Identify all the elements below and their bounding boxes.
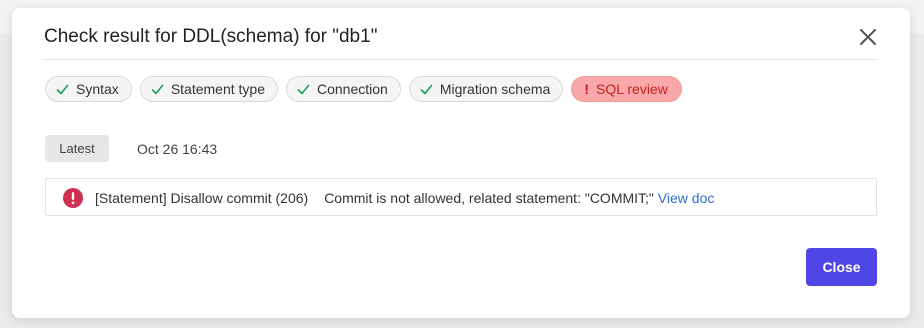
result-message: Commit is not allowed, related statement… xyxy=(324,190,654,206)
chip-connection[interactable]: Connection xyxy=(285,76,401,102)
close-icon[interactable] xyxy=(859,28,877,46)
chip-label: Syntax xyxy=(76,81,119,97)
error-circle-icon xyxy=(63,188,83,208)
chip-statement-type[interactable]: Statement type xyxy=(139,76,278,102)
view-doc-link[interactable]: View doc xyxy=(658,190,715,206)
dialog-title: Check result for DDL(schema) for "db1" xyxy=(44,26,378,47)
result-rule: [Statement] Disallow commit (206) xyxy=(95,190,309,206)
check-timestamp: Oct 26 16:43 xyxy=(137,141,218,157)
check-icon xyxy=(56,84,69,94)
result-text: [Statement] Disallow commit (206) Commit … xyxy=(95,190,714,206)
chip-label: Statement type xyxy=(170,81,265,97)
result-row: [Statement] Disallow commit (206) Commit … xyxy=(45,178,877,216)
check-icon xyxy=(420,84,433,94)
check-chips: Syntax Statement type Connection Migrati… xyxy=(45,76,682,102)
chip-label: SQL review xyxy=(595,81,668,97)
chip-syntax[interactable]: Syntax xyxy=(45,76,132,102)
check-icon xyxy=(297,84,310,94)
check-result-dialog: Check result for DDL(schema) for "db1" S… xyxy=(12,8,910,318)
check-icon xyxy=(151,84,164,94)
exclamation-icon: ! xyxy=(584,81,589,97)
latest-badge[interactable]: Latest xyxy=(45,135,109,162)
chip-sql-review[interactable]: ! SQL review xyxy=(571,76,682,102)
close-button[interactable]: Close xyxy=(806,248,877,286)
chip-migration-schema[interactable]: Migration schema xyxy=(408,76,564,102)
dialog-header: Check result for DDL(schema) for "db1" xyxy=(44,8,877,60)
chip-label: Connection xyxy=(316,81,388,97)
chip-label: Migration schema xyxy=(439,81,551,97)
